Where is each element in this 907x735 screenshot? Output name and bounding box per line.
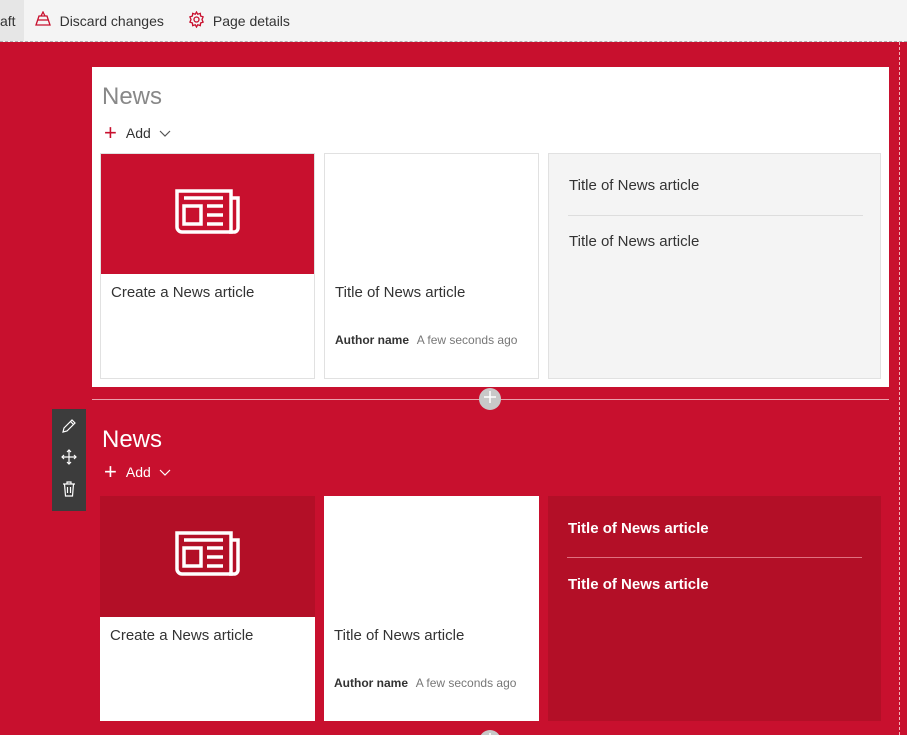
card-image [100,496,315,617]
broom-icon [34,10,60,30]
discard-changes-button[interactable]: Discard changes [26,0,172,41]
list-divider [567,557,862,558]
list-divider [568,215,863,216]
news-article-card[interactable]: Title of News article Author name A few … [324,496,539,721]
add-section-button[interactable] [479,388,501,410]
add-section-button[interactable] [479,730,501,735]
discard-changes-label: Discard changes [59,12,164,29]
card-title: Title of News article [335,284,466,301]
card-title: Create a News article [110,627,254,644]
news-list-panel: Title of News article Title of News arti… [548,496,881,721]
save-draft-label: aft [0,12,16,29]
add-label: Add [125,464,151,480]
list-item-2[interactable]: Title of News article [569,233,699,250]
chevron-down-icon [159,464,171,480]
section-title: News [102,426,163,453]
timestamp: A few seconds ago [416,333,518,347]
create-news-card[interactable]: Create a News article [100,496,315,721]
chevron-down-icon [159,125,171,141]
gear-icon [188,10,213,31]
canvas-edge-guide [899,42,907,735]
card-title: Title of News article [334,627,465,644]
list-item-1[interactable]: Title of News article [569,177,699,194]
list-item-1[interactable]: Title of News article [568,520,709,537]
timestamp: A few seconds ago [415,676,517,690]
plus-icon: + [104,459,117,484]
move-icon[interactable] [61,449,77,470]
add-button[interactable]: + Add [104,461,171,483]
page-details-label: Page details [212,12,290,29]
list-item-2[interactable]: Title of News article [568,576,709,593]
trash-icon[interactable] [62,481,76,502]
card-image [101,154,314,274]
news-article-card[interactable]: Title of News article Author name A few … [324,153,539,379]
page-details-button[interactable]: Page details [180,0,298,41]
newspaper-icon [174,530,241,583]
newspaper-icon [174,188,241,241]
add-label: Add [125,125,151,141]
webpart-toolbar [52,409,86,511]
author-name: Author name [335,333,410,347]
plus-icon [483,732,497,735]
add-button[interactable]: + Add [104,122,171,144]
pencil-icon[interactable] [61,418,77,439]
plus-icon: + [104,120,117,145]
card-title: Create a News article [111,284,255,301]
author-name: Author name [334,676,409,690]
card-meta: Author name A few seconds ago [334,676,516,690]
create-news-card[interactable]: Create a News article [100,153,315,379]
news-section-1: News + Add Create a News article Title o… [92,67,889,387]
section-title: News [102,83,163,110]
card-meta: Author name A few seconds ago [335,333,517,347]
news-list-panel: Title of News article Title of News arti… [548,153,881,379]
plus-icon [483,390,497,409]
save-draft-button[interactable]: aft [0,0,24,41]
command-bar: aft Discard changes Page details [0,0,907,42]
